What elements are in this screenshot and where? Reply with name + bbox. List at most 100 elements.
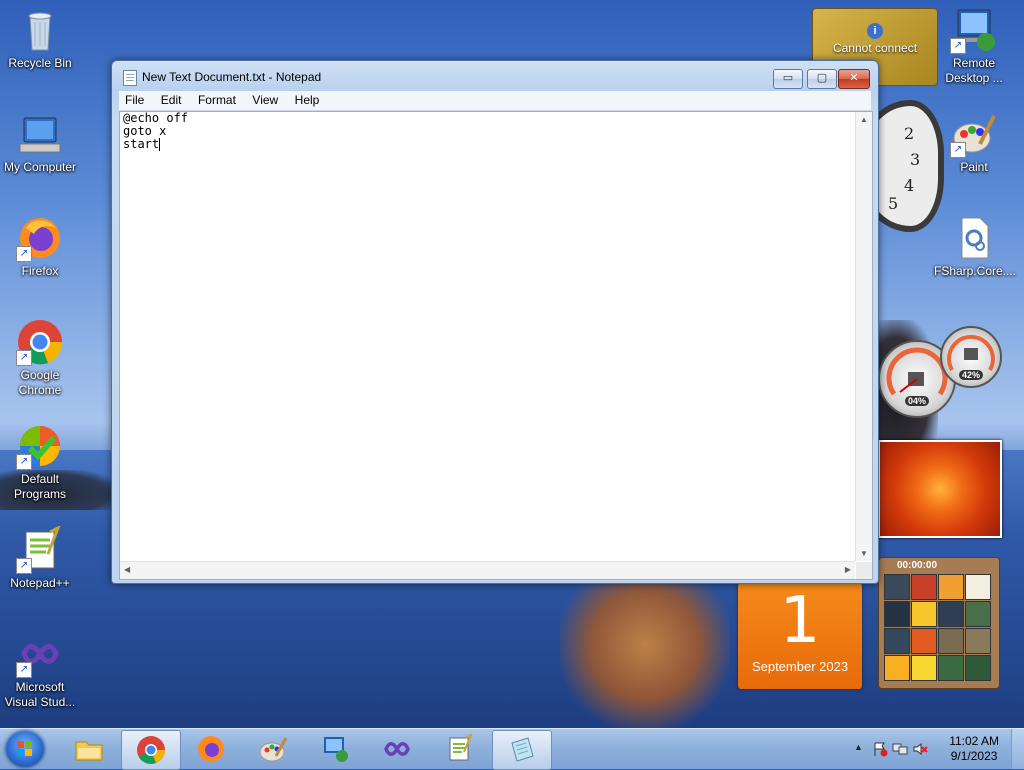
taskbar-notepad[interactable] [492,730,552,770]
puzzle-tile[interactable] [884,628,910,654]
default-programs-icon: ↗ [16,422,64,470]
scroll-right-icon[interactable]: ▶ [845,565,851,574]
info-icon: i [867,23,883,39]
firefox-icon [198,736,224,762]
notepad-icon [123,70,137,86]
shortcut-arrow-icon: ↗ [950,38,966,54]
puzzle-tile[interactable] [965,601,991,627]
puzzle-tile[interactable] [884,574,910,600]
visual-studio-icon [384,742,410,756]
minimize-button[interactable]: ▭ [773,69,803,89]
puzzle-tile[interactable] [938,601,964,627]
memory-meter-gadget[interactable]: 42% [940,326,1002,388]
text-content[interactable]: @echo off goto x start [123,112,853,552]
show-desktop-button[interactable] [1011,729,1024,769]
puzzle-tile[interactable] [938,628,964,654]
paint-icon [259,737,288,762]
network-icon[interactable] [892,741,908,757]
shortcut-arrow-icon: ↗ [16,558,32,574]
shortcut-arrow-icon: ↗ [16,350,32,366]
volume-muted-icon[interactable] [912,741,928,757]
close-button[interactable]: ✕ [838,69,870,89]
system-tray: ▲ 11:02 AM 9/1/2023 [834,729,1024,769]
desktop-icon-label: Google Chrome [18,368,62,397]
shortcut-arrow-icon: ↗ [16,454,32,470]
scroll-up-icon[interactable]: ▲ [860,115,868,124]
puzzle-tile[interactable] [884,655,910,681]
title-bar[interactable]: New Text Document.txt - Notepad ▭ ▢ ✕ [112,61,878,91]
calendar-month: September 2023 [751,659,849,674]
puzzle-tile[interactable] [965,574,991,600]
start-button[interactable] [6,731,44,767]
puzzle-tile[interactable] [911,574,937,600]
desktop-icon-fsharp-core[interactable]: FSharp.Core.... [934,214,1016,279]
scroll-left-icon[interactable]: ◀ [124,565,130,574]
puzzle-tile[interactable] [911,601,937,627]
desktop-icon-visual-studio[interactable]: ↗ Microsoft Visual Stud... [0,630,80,710]
taskbar-paint[interactable] [244,730,302,768]
desktop-icon-label: My Computer [3,160,77,174]
maximize-button[interactable]: ▢ [807,69,837,89]
picture-puzzle-gadget[interactable]: 00:00:00 [878,557,1000,689]
firefox-icon: ↗ [16,214,64,262]
desktop-icon-label: Microsoft Visual Stud... [4,680,76,709]
chrome-icon: ↗ [16,318,64,366]
puzzle-tile[interactable] [884,601,910,627]
text-line: start [123,137,161,151]
menu-format[interactable]: Format [192,91,242,110]
shortcut-arrow-icon: ↗ [16,662,32,678]
desktop-icon-default-programs[interactable]: ↗ Default Programs [0,422,80,502]
desktop-icon-paint[interactable]: ↗ Paint [934,110,1014,175]
text-editor[interactable]: @echo off goto x start ▲ ▼ ◀ ▶ [119,111,873,580]
puzzle-tile[interactable] [938,574,964,600]
puzzle-grid[interactable] [884,574,999,681]
menu-bar: File Edit Format View Help [119,91,871,111]
shortcut-arrow-icon: ↗ [950,142,966,158]
taskbar: ▲ 11:02 AM 9/1/2023 [0,728,1024,770]
scroll-down-icon[interactable]: ▼ [860,549,868,558]
clock-number: 2 [904,124,915,143]
menu-edit[interactable]: Edit [155,91,188,110]
puzzle-timer: 00:00:00 [897,560,938,571]
taskbar-google-chrome[interactable] [121,730,181,770]
clock-time: 11:02 AM [949,734,999,748]
remote-desktop-icon [324,737,348,762]
memory-percent: 42% [958,370,984,380]
computer-icon [16,110,64,158]
taskbar-notepadpp[interactable] [430,730,488,768]
menu-file[interactable]: File [119,91,150,110]
chrome-icon [137,736,165,764]
slideshow-gadget[interactable] [878,440,1002,538]
action-center-flag-icon[interactable] [872,741,888,757]
puzzle-tile[interactable] [911,655,937,681]
clock-date: 9/1/2023 [950,749,998,763]
clock[interactable]: 11:02 AM 9/1/2023 [949,734,999,764]
desktop-icon-label: Firefox [21,264,59,278]
puzzle-tile[interactable] [911,628,937,654]
taskbar-remote-desktop[interactable] [306,730,364,768]
text-line: @echo off [123,111,189,125]
visual-studio-icon: ↗ [16,630,64,678]
puzzle-tile[interactable] [965,628,991,654]
calendar-gadget[interactable]: 1 September 2023 [738,583,862,689]
taskbar-file-explorer[interactable] [60,730,118,768]
desktop-icon-my-computer[interactable]: My Computer [0,110,80,175]
menu-help[interactable]: Help [289,91,326,110]
desktop-icon-recycle-bin[interactable]: Recycle Bin [0,6,80,71]
notepad-window[interactable]: New Text Document.txt - Notepad ▭ ▢ ✕ Fi… [111,60,879,584]
desktop-icon-google-chrome[interactable]: ↗ Google Chrome [0,318,80,398]
taskbar-firefox[interactable] [182,730,240,768]
desktop-icon-label: Paint [960,160,988,174]
paint-icon: ↗ [950,110,998,158]
show-hidden-icons-icon[interactable]: ▲ [854,742,863,752]
size-grip[interactable] [856,562,872,579]
desktop-icon-notepadpp[interactable]: ↗ Notepad++ [0,524,80,591]
puzzle-tile[interactable] [965,655,991,681]
vertical-scrollbar[interactable]: ▲ ▼ [855,112,872,561]
desktop-icon-remote-desktop[interactable]: ↗ Remote Desktop ... [934,6,1014,86]
puzzle-tile[interactable] [938,655,964,681]
menu-view[interactable]: View [246,91,284,110]
taskbar-visual-studio[interactable] [368,730,426,768]
desktop-icon-firefox[interactable]: ↗ Firefox [0,214,80,279]
horizontal-scrollbar[interactable]: ◀ ▶ [120,561,855,579]
